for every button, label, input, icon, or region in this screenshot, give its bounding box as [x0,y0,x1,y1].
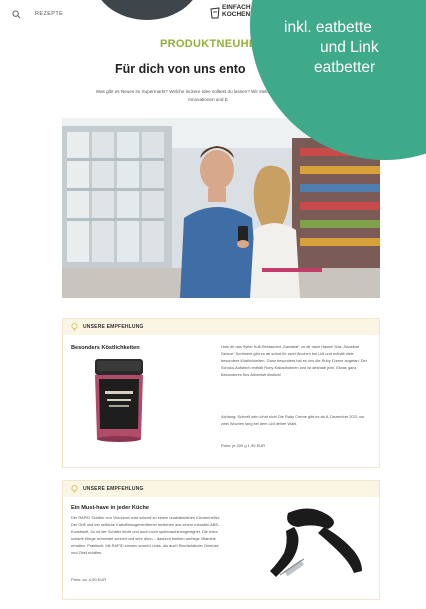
ruby-creme-jar-image [95,359,143,442]
card-title: Besonders Köstlichkeiten [71,345,140,351]
card-header: UNSERE EMPFEHLUNG [63,319,379,335]
card-price: Preis: je 200 g 1,99 EUR [221,443,266,448]
bubble-line-3: eatbetter [314,59,376,76]
card-text-2: Achtung: Schnell sein lohnt sich! Die Ru… [221,414,365,426]
card-label: UNSERE EMPFEHLUNG [83,486,144,492]
logo-mark-icon [210,7,220,19]
logo-line2: KOCHEN [222,11,251,18]
lightbulb-icon [71,485,78,493]
card-label: UNSERE EMPFEHLUNG [83,324,144,330]
card-text-1: Der RAPID Schäler von Victorinox wird sc… [71,515,221,555]
peeler-image [270,508,362,577]
lightbulb-icon [71,323,78,331]
card-title: Ein Must-have in jeder Küche [71,505,150,511]
section-kicker: PRODUKTNEUHE [160,38,257,50]
site-logo[interactable]: EINFACH KOCHEN [210,4,254,24]
nav-link-rezepte[interactable]: REZEPTE [35,11,63,17]
page: REZEPTE EINFACH KOCHEN PRODUKTNEUHE Für … [0,0,426,609]
card-price: Preis: ca. 4,90 EUR [71,577,107,582]
page-title: Für dich von uns ento [115,62,246,76]
recommendation-card-1: UNSERE EMPFEHLUNG Besonders Köstlichkeit… [62,318,380,468]
logo-line1: EINFACH [222,4,251,11]
recommendation-card-2: UNSERE EMPFEHLUNG Ein Must-have in jeder… [62,480,380,600]
card-text-1: Hole dir das Sylter Kult-Restaurant „San… [221,344,367,377]
bubble-line-1: inkl. eatbette [284,19,372,36]
bubble-line-2: und Link [320,39,379,56]
search-icon[interactable] [12,10,21,19]
card-header: UNSERE EMPFEHLUNG [63,481,379,497]
info-bubble-text: inkl. eatbette und Link eatbetter [254,18,426,78]
